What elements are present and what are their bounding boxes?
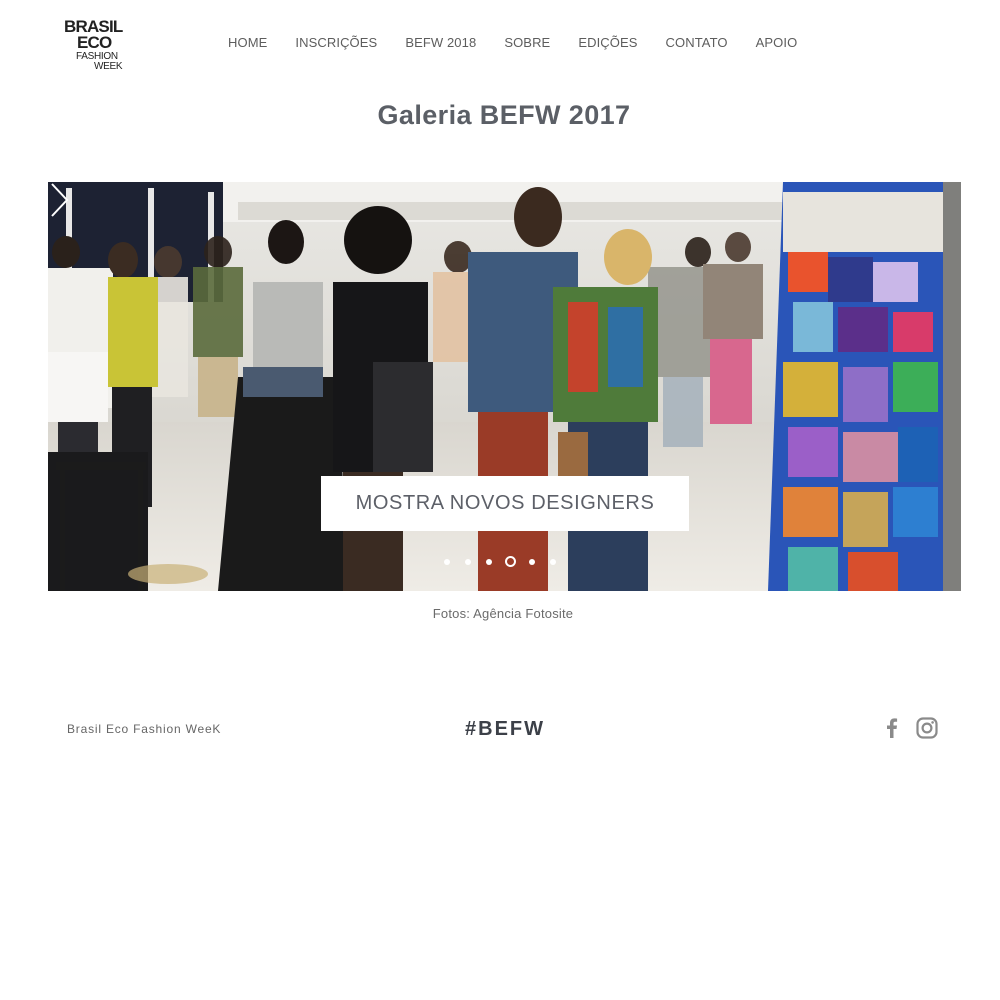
footer-hashtag: #BEFW bbox=[465, 718, 545, 740]
slide-dot-1[interactable] bbox=[444, 558, 450, 565]
nav-home[interactable]: HOME bbox=[214, 34, 281, 52]
site-logo[interactable]: BRASIL ECO FASHION WEEK bbox=[64, 18, 134, 72]
photo-credits: Fotos: Agência Fotosite bbox=[432, 606, 574, 621]
nav-edicoes[interactable]: EDIÇÕES bbox=[564, 34, 651, 52]
instagram-icon[interactable] bbox=[915, 716, 939, 740]
slide-caption-text: MOSTRA NOVOS DESIGNERS bbox=[355, 492, 655, 514]
gallery-slideshow[interactable]: MOSTRA NOVOS DESIGNERS bbox=[48, 182, 961, 591]
slideshow-dots bbox=[444, 556, 571, 567]
nav-apoio[interactable]: APOIO bbox=[742, 34, 812, 52]
facebook-icon[interactable] bbox=[880, 716, 904, 740]
logo-line-eco: ECO bbox=[77, 33, 112, 52]
logo-line-week: WEEK bbox=[94, 61, 123, 72]
main-nav: HOME INSCRIÇÕES BEFW 2018 SOBRE EDIÇÕES … bbox=[214, 34, 811, 52]
page-title: Galeria BEFW 2017 bbox=[377, 100, 631, 130]
nav-contato[interactable]: CONTATO bbox=[652, 34, 742, 52]
slide-dot-5[interactable] bbox=[529, 558, 535, 565]
nav-befw-2018[interactable]: BEFW 2018 bbox=[391, 34, 490, 52]
slide-dot-4[interactable] bbox=[505, 556, 516, 567]
slide-caption: MOSTRA NOVOS DESIGNERS bbox=[321, 476, 689, 531]
nav-inscricoes[interactable]: INSCRIÇÕES bbox=[281, 34, 391, 52]
next-arrow-icon[interactable] bbox=[48, 182, 70, 218]
slide-dot-3[interactable] bbox=[486, 558, 492, 565]
slide-dot-2[interactable] bbox=[465, 558, 471, 565]
nav-sobre[interactable]: SOBRE bbox=[490, 34, 564, 52]
social-bar bbox=[880, 716, 950, 740]
slide-dot-6[interactable] bbox=[550, 558, 556, 565]
